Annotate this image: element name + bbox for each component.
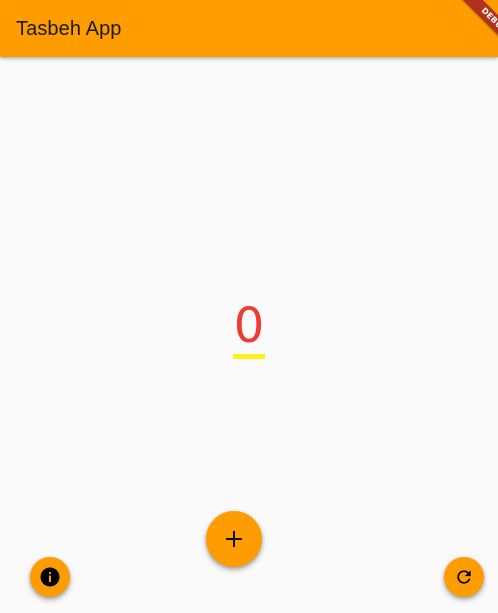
debug-banner-label: DEBUG (455, 0, 498, 60)
app-title: Tasbeh App (16, 18, 122, 40)
reset-button[interactable] (444, 557, 484, 597)
app-bar: Tasbeh App (0, 0, 498, 57)
info-icon (40, 567, 60, 587)
info-button[interactable] (30, 557, 70, 597)
increment-button[interactable] (206, 511, 262, 567)
plus-icon (225, 530, 243, 548)
counter-value: 0 (232, 298, 266, 359)
debug-banner: DEBUG (438, 0, 498, 60)
refresh-icon (454, 567, 474, 587)
counter-display: 0 (0, 298, 498, 359)
